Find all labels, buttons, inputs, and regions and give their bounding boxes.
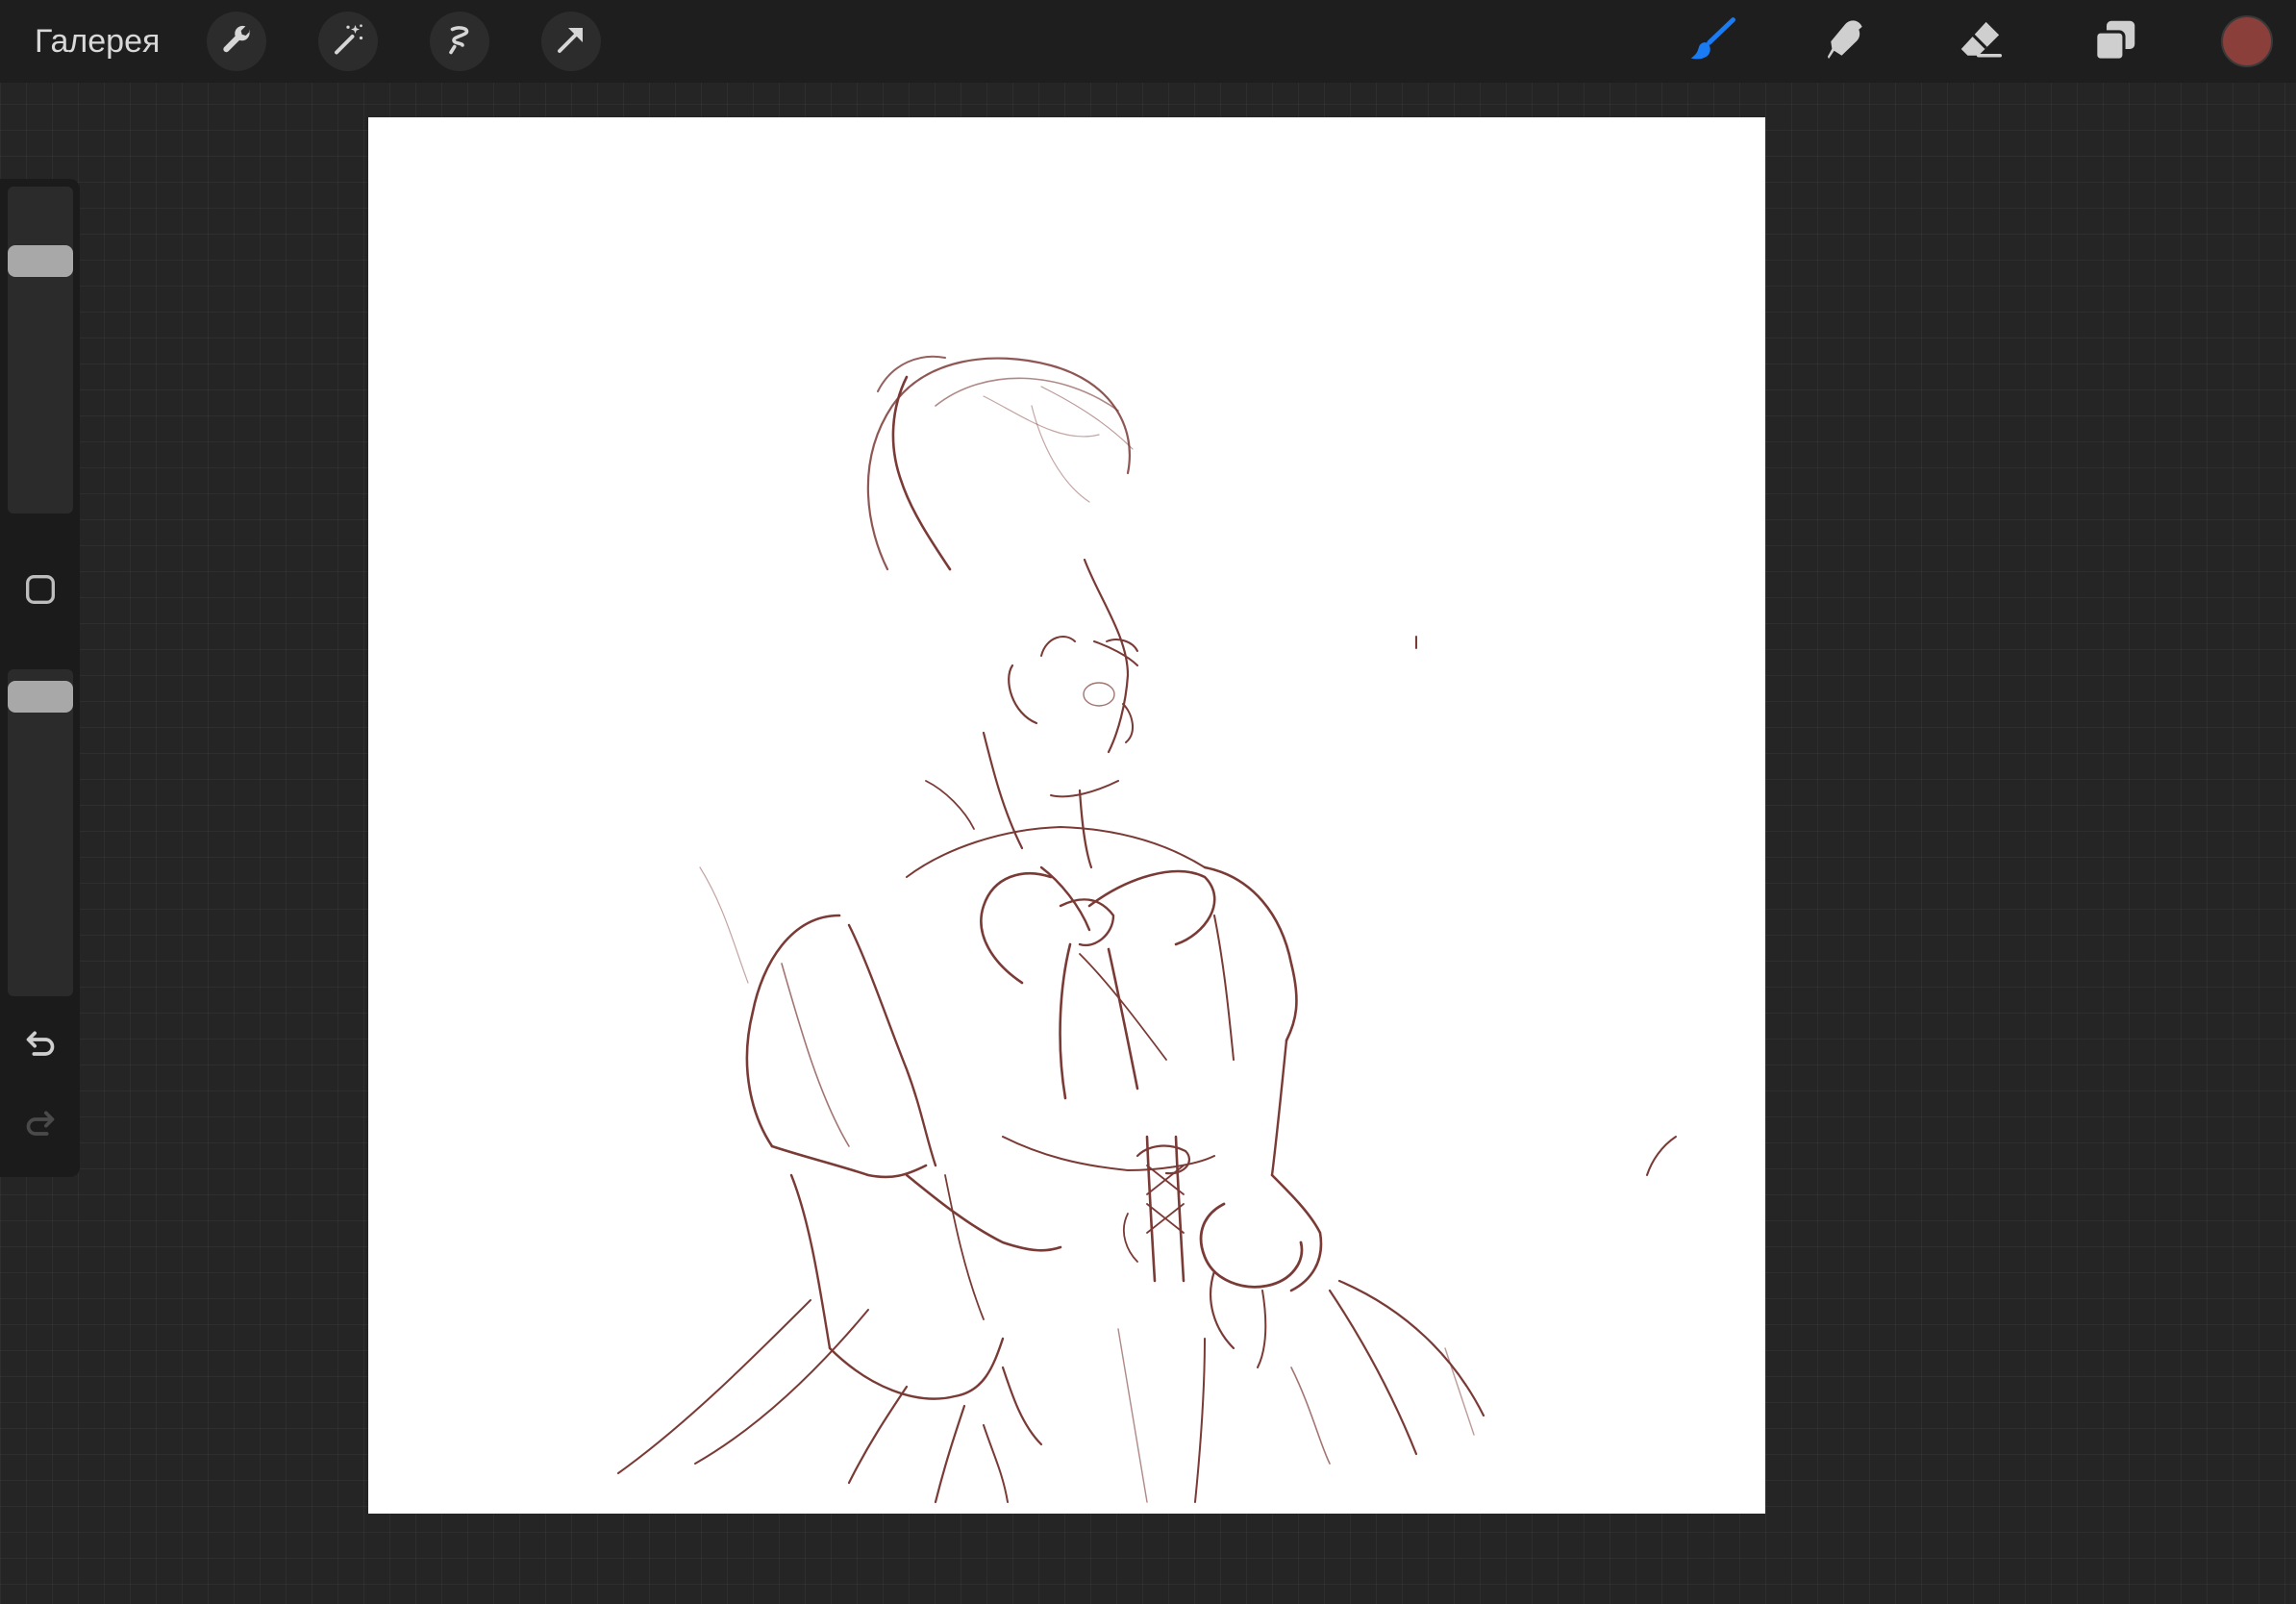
layers-icon <box>2089 14 2141 71</box>
smudge-button[interactable] <box>1817 13 1875 71</box>
transform-arrow-icon <box>554 22 588 62</box>
selection-button[interactable] <box>430 12 489 71</box>
brush-size-thumb[interactable] <box>8 245 73 278</box>
wrench-icon <box>219 22 254 62</box>
top-toolbar: Галерея <box>0 0 2296 83</box>
redo-button[interactable] <box>12 1097 69 1155</box>
layers-button[interactable] <box>2086 13 2144 71</box>
brush-button[interactable] <box>1683 13 1740 71</box>
adjustments-button[interactable] <box>318 12 378 71</box>
undo-button[interactable] <box>12 1017 69 1075</box>
eraser-button[interactable] <box>1952 13 2009 71</box>
smudge-icon <box>1820 14 1872 71</box>
brush-icon <box>1685 14 1737 71</box>
eraser-icon <box>1955 14 2007 71</box>
modify-button[interactable] <box>12 563 69 620</box>
selection-icon <box>442 22 477 62</box>
modify-square-icon <box>21 570 60 614</box>
transform-button[interactable] <box>541 12 601 71</box>
gallery-button[interactable]: Галерея <box>35 19 160 63</box>
redo-icon <box>21 1105 60 1148</box>
color-picker-button[interactable] <box>2221 15 2273 67</box>
opacity-thumb[interactable] <box>8 681 73 714</box>
brush-size-slider[interactable] <box>8 187 73 514</box>
drawing-canvas[interactable] <box>368 117 1765 1514</box>
left-sidebar <box>0 179 80 1177</box>
sketch-drawing <box>617 355 1677 1504</box>
procreate-app: Галерея <box>0 0 2296 1604</box>
actions-button[interactable] <box>207 12 266 71</box>
undo-icon <box>21 1025 60 1068</box>
opacity-slider[interactable] <box>8 669 73 996</box>
magic-wand-icon <box>331 22 365 62</box>
